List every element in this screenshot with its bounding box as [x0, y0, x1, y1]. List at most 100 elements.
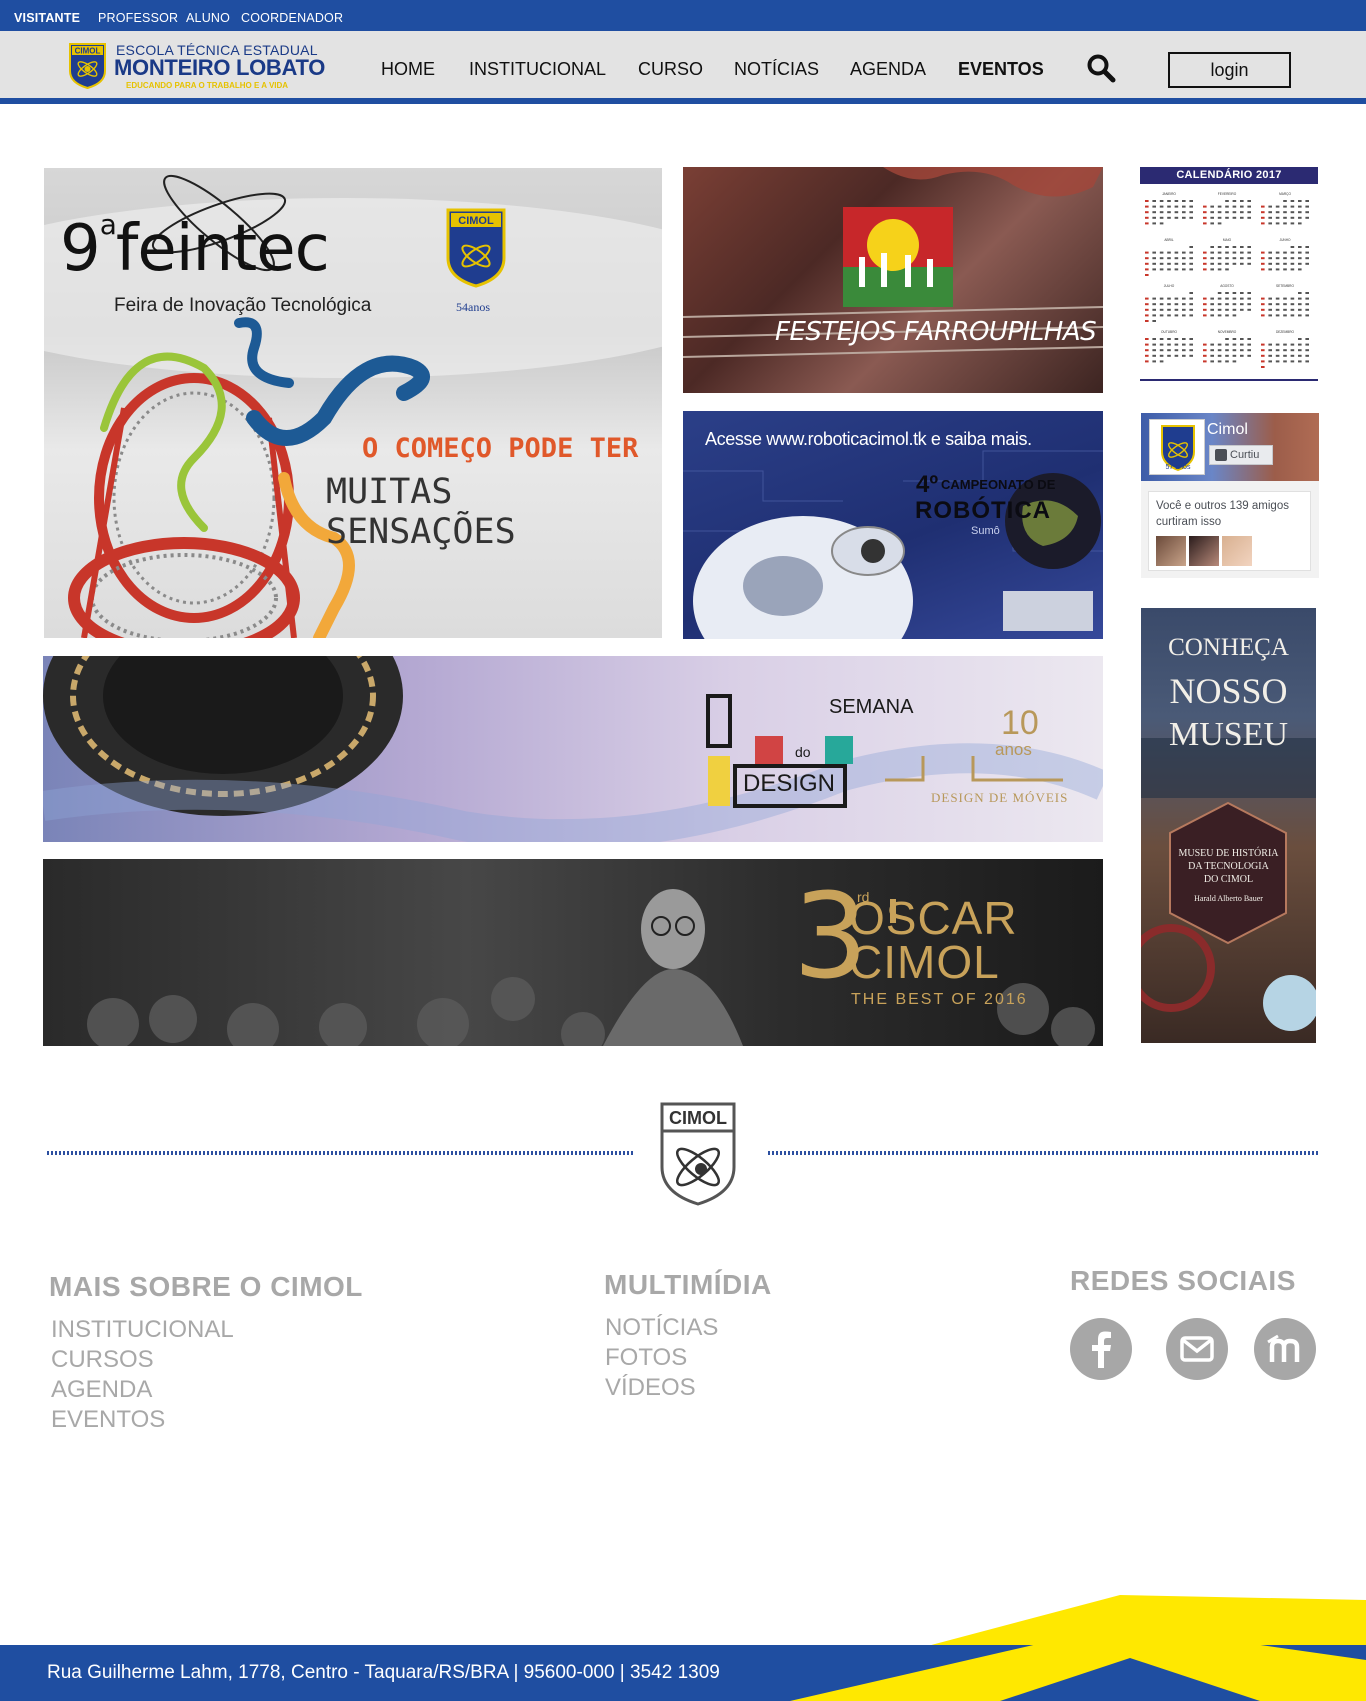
friend-avatar[interactable]: [1189, 536, 1219, 566]
banner-semana-design[interactable]: SEMANA do DESIGN 10 anos DESIGN DE MÓVEI…: [43, 656, 1103, 842]
nav-agenda[interactable]: AGENDA: [850, 59, 926, 80]
calendar-day: [1203, 297, 1207, 300]
calendar-day: [1261, 216, 1265, 219]
calendar-day: [1268, 222, 1272, 225]
nav-curso[interactable]: CURSO: [638, 59, 703, 80]
calendar-day: [1145, 354, 1149, 357]
nav-eventos[interactable]: EVENTOS: [958, 59, 1044, 80]
role-coordenador[interactable]: COORDENADOR: [241, 11, 343, 25]
nav-institucional[interactable]: INSTITUCIONAL: [469, 59, 606, 80]
calendar-day: [1159, 262, 1164, 265]
calendar-day: [1268, 262, 1272, 265]
calendar-day: [1174, 314, 1179, 317]
footer-link-fotos[interactable]: FOTOS: [605, 1344, 687, 1372]
calendar-day: [1167, 211, 1171, 214]
footer-link-cursos[interactable]: CURSOS: [51, 1346, 154, 1374]
oscar-line2: CIMOL: [849, 936, 1000, 988]
facebook-avatar-label: 57 anos: [1165, 464, 1191, 471]
banner-farroupilhas[interactable]: FESTEJOS FARROUPILHAS: [683, 167, 1103, 393]
calendar-day: [1174, 268, 1179, 271]
calendar-day: [1145, 360, 1149, 363]
calendar-day: [1225, 211, 1229, 214]
calendar-day: [1145, 338, 1149, 340]
calendar-day: [1189, 246, 1193, 248]
nav-home[interactable]: HOME: [381, 59, 435, 80]
calendar-day: [1290, 205, 1295, 208]
calendar-day: [1145, 303, 1149, 306]
design-word-design: DESIGN: [743, 770, 836, 797]
calendar-day: [1189, 205, 1193, 208]
facebook-page-name[interactable]: Cimol: [1207, 421, 1248, 439]
calendar-day: [1261, 349, 1265, 352]
calendar-day: [1174, 211, 1179, 214]
facebook-link[interactable]: [1070, 1318, 1132, 1380]
calendar-day: [1261, 308, 1265, 311]
footer-link-agenda[interactable]: AGENDA: [51, 1376, 152, 1404]
calendar-day: [1174, 257, 1179, 260]
calendar-day: [1167, 314, 1171, 317]
role-visitante[interactable]: VISITANTE: [14, 11, 80, 25]
calendar-day: [1145, 205, 1149, 208]
calendar-day: [1225, 343, 1229, 346]
calendar-day: [1203, 222, 1207, 225]
calendar-day: [1268, 349, 1272, 352]
calendar-day: [1261, 366, 1265, 368]
calendar-day: [1290, 354, 1295, 357]
calendar-day: [1268, 314, 1272, 317]
nav-noticias[interactable]: NOTÍCIAS: [734, 59, 819, 80]
calendar-day: [1283, 308, 1287, 311]
banner-museu[interactable]: CONHEÇA NOSSO MUSEU MUSEU DE HISTÓRIA DA…: [1141, 608, 1316, 1043]
site-header: CIMOL ESCOLA TÉCNICA ESTADUAL MONTEIRO L…: [0, 31, 1366, 104]
search-icon[interactable]: [1086, 53, 1116, 83]
banner-oscar[interactable]: 3 rd OSCAR CIMOL THE BEST OF 2016: [43, 859, 1103, 1046]
calendar-day: [1167, 205, 1171, 208]
email-link[interactable]: [1166, 1318, 1228, 1380]
facebook-icon: [1215, 449, 1227, 461]
calendar-day: [1225, 338, 1229, 340]
calendar-day: [1240, 303, 1244, 306]
role-aluno[interactable]: ALUNO: [186, 11, 230, 25]
facebook-avatar[interactable]: 57 anos: [1149, 419, 1205, 475]
facebook-like-button[interactable]: Curtiu: [1209, 445, 1273, 465]
calendar-day: [1283, 268, 1287, 271]
moodle-link[interactable]: [1254, 1318, 1316, 1380]
footer-link-videos[interactable]: VÍDEOS: [605, 1374, 696, 1402]
calendar-day: [1298, 349, 1302, 352]
calendar-day: [1261, 257, 1265, 260]
footer-divider-right: [768, 1151, 1318, 1155]
calendar-day: [1210, 349, 1214, 352]
calendar-day: [1261, 205, 1265, 208]
calendar-day: [1182, 308, 1186, 311]
banner-robotica[interactable]: Acesse www.roboticacimol.tk e saiba mais…: [683, 411, 1103, 639]
calendar-widget[interactable]: CALENDÁRIO 2017 JANEIRO FEVEREIRO MARÇO ABR…: [1140, 167, 1318, 381]
footer-link-institucional[interactable]: INSTITUCIONAL: [51, 1316, 234, 1344]
calendar-day: [1182, 268, 1186, 271]
footer-address: Rua Guilherme Lahm, 1778, Centro - Taqua…: [47, 1662, 720, 1683]
calendar-day: [1305, 292, 1309, 294]
banner-feintec[interactable]: 9afeintec Feira de Inovação Tecnológica …: [44, 168, 662, 638]
calendar-day: [1225, 268, 1229, 271]
calendar-day: [1305, 262, 1309, 265]
calendar-day: [1145, 320, 1149, 322]
calendar-day: [1217, 360, 1222, 363]
friend-avatar[interactable]: [1156, 536, 1186, 566]
footer-link-noticias[interactable]: NOTÍCIAS: [605, 1314, 718, 1342]
calendar-day: [1203, 216, 1207, 219]
calendar-day: [1305, 360, 1309, 363]
calendar-day: [1217, 308, 1222, 311]
calendar-day: [1268, 343, 1272, 346]
calendar-day: [1189, 354, 1193, 357]
role-professor[interactable]: PROFESSOR: [98, 11, 178, 25]
facebook-widget[interactable]: 57 anos Cimol Curtiu Você e outros 139 a…: [1141, 413, 1319, 578]
footer-link-eventos[interactable]: EVENTOS: [51, 1406, 165, 1434]
calendar-day: [1167, 216, 1171, 219]
calendar-day: [1182, 354, 1186, 357]
calendar-day: [1210, 211, 1214, 214]
calendar-day: [1174, 262, 1179, 265]
calendar-day: [1247, 251, 1251, 254]
calendar-day: [1189, 257, 1193, 260]
calendar-day: [1189, 349, 1193, 352]
friend-avatar[interactable]: [1222, 536, 1252, 566]
design-artwork: [43, 656, 1103, 842]
login-button[interactable]: login: [1168, 52, 1291, 88]
